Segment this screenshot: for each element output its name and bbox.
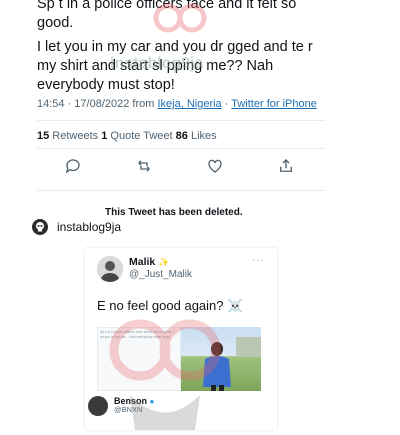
tweet-timestamp: 14:54 · 17/08/2022 from	[37, 98, 158, 110]
quote-label: Quote Tweet	[107, 130, 176, 142]
tweet-stats: 15 Retweets 1 Quote Tweet 86 Likes	[37, 130, 217, 142]
retweet-count[interactable]: 15	[37, 130, 49, 142]
deleted-tweet-notice: This Tweet has been deleted.	[105, 207, 243, 218]
retweet-label: Retweets	[49, 130, 102, 142]
divider	[37, 148, 325, 149]
like-count[interactable]: 86	[176, 130, 188, 142]
like-label: Likes	[187, 130, 217, 142]
author-handle[interactable]: @_Just_Malik	[129, 269, 192, 280]
retweet-icon[interactable]	[135, 157, 153, 180]
share-icon[interactable]	[277, 157, 295, 180]
author-name[interactable]: Malik ✨	[129, 256, 169, 268]
tweet-text-line: good.	[37, 15, 74, 31]
watermark-logo-icon	[100, 300, 230, 435]
instagram-attribution: instablog9ja	[32, 219, 121, 235]
tweet-meta: 14:54 · 17/08/2022 from Ikeja, Nigeria ·…	[37, 98, 317, 110]
tweet-text-line: everybody must stop!	[37, 77, 175, 93]
sparkle-icon: ✨	[158, 257, 170, 267]
instagram-username[interactable]: instablog9ja	[57, 220, 121, 234]
reply-icon[interactable]	[64, 157, 82, 180]
more-options-icon[interactable]: ···	[252, 255, 265, 266]
skull-icon	[32, 219, 48, 235]
location-link[interactable]: Ikeja, Nigeria	[157, 98, 221, 110]
like-icon[interactable]	[206, 157, 224, 180]
meta-separator: ·	[221, 98, 232, 110]
tweet-actions	[37, 155, 322, 181]
client-link[interactable]: Twitter for iPhone	[231, 98, 317, 110]
divider	[37, 190, 325, 191]
watermark-logo-icon	[150, 0, 210, 41]
avatar[interactable]	[97, 256, 123, 282]
divider	[37, 120, 325, 121]
watermark-text: instablog9ja	[110, 55, 204, 72]
